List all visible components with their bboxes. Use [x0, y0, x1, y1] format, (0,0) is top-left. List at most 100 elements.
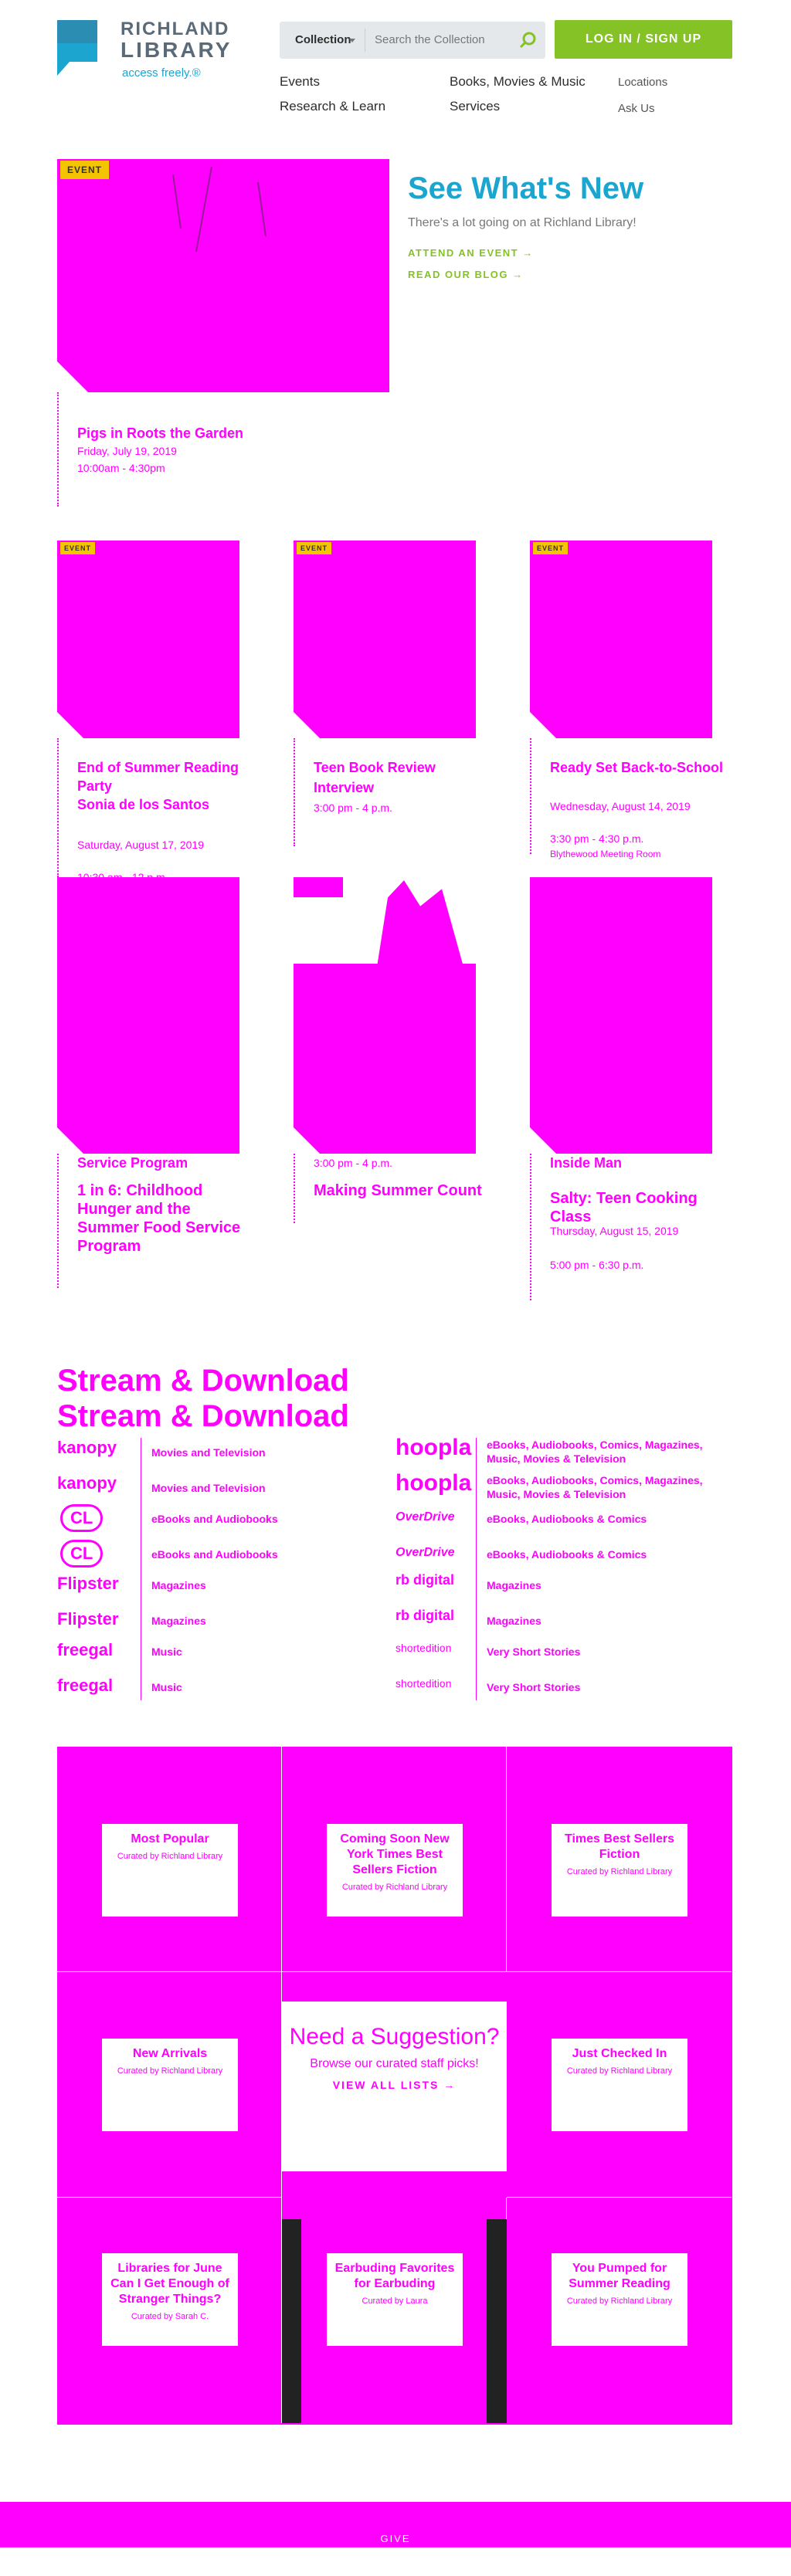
event-badge: EVENT	[60, 542, 96, 554]
list-card-title: Most Popular	[131, 1832, 209, 1846]
event-card-image[interactable]	[530, 877, 712, 1154]
attend-event-link[interactable]: ATTEND AN EVENT →	[408, 247, 534, 259]
list-card[interactable]: Coming Soon New York Times Best Sellers …	[327, 1824, 463, 1917]
logo-word-2: LIBRARY	[121, 38, 233, 62]
service-divider	[476, 1438, 477, 1700]
nav-services[interactable]: Services	[450, 99, 500, 114]
image-texture	[57, 166, 266, 392]
list-card[interactable]: Libraries for June Can I Get Enough of S…	[102, 2253, 238, 2346]
list-card[interactable]: Just Checked In Curated by Richland Libr…	[552, 2039, 687, 2131]
event-card-pretitle: Interview	[314, 780, 375, 795]
list-card[interactable]: Most Popular Curated by Richland Library	[102, 1824, 238, 1917]
nav-research-learn[interactable]: Research & Learn	[280, 99, 385, 114]
library-logo-name[interactable]: RICHLAND LIBRARY	[121, 19, 233, 62]
list-card[interactable]: Times Best Sellers Fiction Curated by Ri…	[552, 1824, 687, 1917]
search-bar: Collection Search the Collection	[280, 22, 545, 59]
hoopla-logo[interactable]: hoopla	[396, 1470, 471, 1496]
stream-heading-echo: Stream & Download	[57, 1399, 349, 1433]
image-fragment	[294, 877, 343, 897]
kanopy-logo[interactable]: kanopy	[57, 1473, 117, 1493]
list-card-curator: Curated by Richland Library	[566, 2066, 673, 2076]
flipster-logo[interactable]: Flipster	[57, 1609, 118, 1629]
event-card-image[interactable]	[57, 541, 239, 738]
search-scope-select[interactable]: Collection	[280, 22, 365, 59]
list-card-title: Earbuding Favorites for Earbuding	[334, 2262, 455, 2290]
logo-word-1: RICHLAND	[121, 19, 230, 39]
list-card[interactable]: You Pumped for Summer Reading Curated by…	[552, 2253, 687, 2346]
image-corner	[294, 1127, 320, 1154]
suggestion-text: Browse our curated staff picks!	[310, 2057, 479, 2070]
event-divider	[57, 1154, 59, 1288]
nav-locations[interactable]: Locations	[618, 76, 667, 89]
whats-new-subtext: There's a lot going on at Richland Libra…	[408, 216, 637, 229]
event-card-title[interactable]: Salty: Teen Cooking Class	[550, 1189, 728, 1226]
freegal-logo[interactable]: freegal	[57, 1676, 113, 1696]
event-divider	[294, 738, 295, 846]
event-divider	[530, 1154, 531, 1300]
read-blog-link[interactable]: READ OUR BLOG →	[408, 269, 524, 280]
service-description: Music	[151, 1646, 182, 1658]
list-card-curator: Curated by Richland Library	[117, 2066, 223, 2076]
suggestion-heading: Need a Suggestion?	[289, 2024, 500, 2049]
nav-events[interactable]: Events	[280, 74, 320, 90]
give-footer-bar[interactable]: GIVE	[0, 2502, 791, 2547]
list-card-title: You Pumped for Summer Reading	[569, 2262, 670, 2290]
freegal-logo[interactable]: freegal	[57, 1640, 113, 1660]
event-card-image[interactable]	[57, 877, 239, 1154]
event-card-title[interactable]: 1 in 6: Childhood Hunger and the Summer …	[77, 1181, 255, 1256]
login-signup-button[interactable]: LOG IN / SIGN UP	[555, 20, 732, 59]
hero-divider	[57, 392, 59, 507]
image-fragment	[377, 880, 463, 967]
list-card[interactable]: New Arrivals Curated by Richland Library	[102, 2039, 238, 2131]
stream-heading: Stream & Download	[57, 1364, 349, 1398]
list-card-curator: Curated by Richland Library	[117, 1852, 223, 1861]
list-card-curator: Curated by Richland Library	[566, 2296, 673, 2306]
event-card-image[interactable]	[530, 541, 712, 738]
service-description: Very Short Stories	[487, 1681, 581, 1693]
overdrive-logo[interactable]: OverDrive	[396, 1510, 455, 1524]
view-all-lists-link[interactable]: VIEW ALL LISTS →	[282, 2079, 507, 2091]
service-description: Magazines	[151, 1615, 206, 1627]
service-description: eBooks, Audiobooks, Comics, Magazines, M…	[487, 1474, 703, 1500]
event-card-time: 3:00 pm - 4 p.m.	[314, 1157, 392, 1169]
featured-event-image[interactable]	[57, 159, 389, 392]
event-card-title[interactable]: Ready Set Back-to-School	[550, 758, 728, 777]
search-button[interactable]	[511, 22, 545, 59]
event-card-title[interactable]: Teen Book Review	[314, 758, 491, 777]
event-badge: EVENT	[60, 161, 110, 179]
image-corner	[530, 1127, 556, 1154]
image-corner	[57, 1127, 83, 1154]
library-logo-mark[interactable]	[57, 20, 110, 76]
hoopla-logo[interactable]: hoopla	[396, 1435, 471, 1461]
short-edition-logo[interactable]: shortedition	[396, 1642, 451, 1654]
cloud-library-logo[interactable]: CL	[60, 1504, 104, 1532]
kanopy-logo[interactable]: kanopy	[57, 1438, 117, 1458]
event-badge: EVENT	[533, 542, 569, 554]
event-card-title[interactable]: Making Summer Count	[314, 1181, 491, 1200]
list-card[interactable]: Earbuding Favorites for Earbuding Curate…	[327, 2253, 463, 2346]
event-divider	[57, 738, 59, 877]
event-card-title[interactable]: Sonia de los Santos	[77, 795, 255, 814]
flipster-logo[interactable]: Flipster	[57, 1574, 118, 1594]
service-description: eBooks and Audiobooks	[151, 1548, 278, 1561]
list-card-title: Libraries for June Can I Get Enough of S…	[110, 2262, 229, 2306]
event-card-image[interactable]	[294, 541, 476, 738]
service-description: eBooks, Audiobooks & Comics	[487, 1513, 647, 1525]
service-description: eBooks, Audiobooks & Comics	[487, 1548, 647, 1561]
rbdigital-logo[interactable]: rb digital	[396, 1572, 454, 1588]
event-card-image[interactable]	[294, 964, 476, 1154]
rbdigital-logo[interactable]: rb digital	[396, 1608, 454, 1624]
short-edition-logo[interactable]: shortedition	[396, 1677, 451, 1690]
list-card-title: New Arrivals	[132, 2047, 208, 2060]
featured-event-title[interactable]: Pigs in Roots the Garden	[77, 425, 243, 442]
featured-event-date: Friday, July 19, 2019	[77, 445, 177, 457]
event-card-date: Wednesday, August 14, 2019	[550, 800, 691, 812]
nav-ask-us[interactable]: Ask Us	[618, 102, 655, 115]
service-description: Movies and Television	[151, 1482, 266, 1494]
nav-books-movies-music[interactable]: Books, Movies & Music	[450, 74, 586, 90]
give-link[interactable]: GIVE	[380, 2533, 410, 2544]
search-input[interactable]: Search the Collection	[365, 29, 511, 52]
cloud-library-logo[interactable]: CL	[60, 1540, 104, 1568]
overdrive-logo[interactable]: OverDrive	[396, 1546, 455, 1560]
service-description: Music	[151, 1681, 182, 1693]
